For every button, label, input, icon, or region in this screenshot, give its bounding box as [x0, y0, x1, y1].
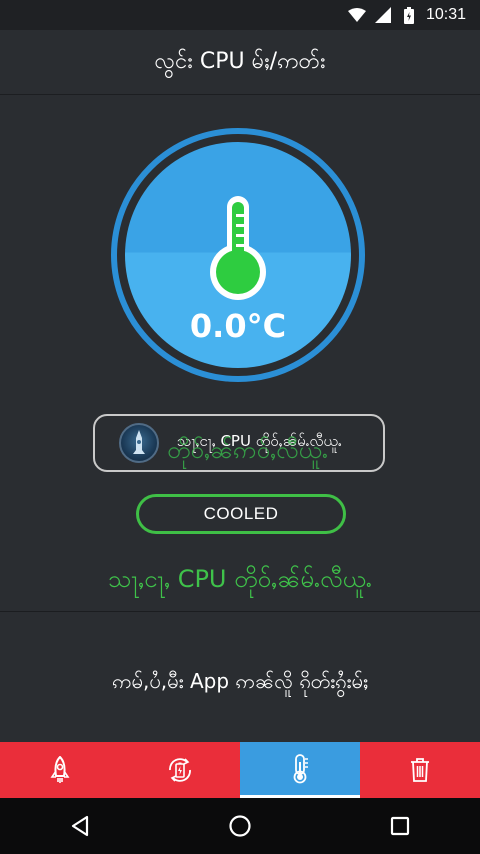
- tab-battery[interactable]: [120, 742, 240, 798]
- recents-button[interactable]: [370, 806, 430, 846]
- tab-cleaner[interactable]: [360, 742, 480, 798]
- clock: 10:31: [425, 6, 466, 23]
- recents-icon: [390, 816, 410, 836]
- thermometer-icon: [210, 196, 266, 300]
- bottom-tab-bar: [0, 742, 480, 798]
- app-header: လွင်း CPU မ်ႈ/ဢတ်း: [0, 30, 480, 95]
- divider: [0, 611, 480, 612]
- status-message: သႃႇငႃႇ CPU တိုဝ်ႇၼ်မ်ႉလီယူႉ: [108, 565, 372, 593]
- thermometer-icon: [293, 753, 308, 783]
- temperature-gauge: 0.0°C: [111, 128, 365, 382]
- navigation-bar: [0, 798, 480, 854]
- trash-icon: [411, 758, 429, 782]
- rocket-icon: [50, 756, 70, 783]
- signal-icon: [374, 7, 392, 23]
- temperature-readout: 0.0°C: [189, 307, 287, 345]
- back-icon: [71, 815, 89, 837]
- status-badge: COOLED: [136, 494, 346, 534]
- tab-cpu-cooler[interactable]: [240, 742, 360, 798]
- toast-notification: သႃႇငႃႇ CPU တိုဝ်ႇၼ်မ်ႉလီယူႉ တိုဝ်ႇၼ်ဢဝ်ႇ…: [93, 414, 385, 472]
- page-title: လွင်း CPU မ်ႈ/ဢတ်း: [154, 48, 326, 74]
- battery-icon: [400, 6, 418, 24]
- gauge-dial: 0.0°C: [125, 142, 351, 368]
- wifi-icon: [347, 7, 366, 23]
- toast-text: သႃႇငႃႇ CPU တိုဝ်ႇၼ်မ်ႉလီယူႉ: [177, 432, 342, 450]
- info-text: ဢမ်,ပႆ,မီး App ဢၼ်လိူ ၵိုတ်းၵွႆးမ်ႈ: [112, 669, 368, 693]
- app-logo-icon: [119, 423, 159, 463]
- status-bar: 10:31: [0, 0, 480, 30]
- home-button[interactable]: [210, 806, 270, 846]
- battery-saver-icon: [169, 758, 191, 782]
- tab-boost[interactable]: [0, 742, 120, 798]
- home-icon: [229, 815, 251, 837]
- back-button[interactable]: [50, 806, 110, 846]
